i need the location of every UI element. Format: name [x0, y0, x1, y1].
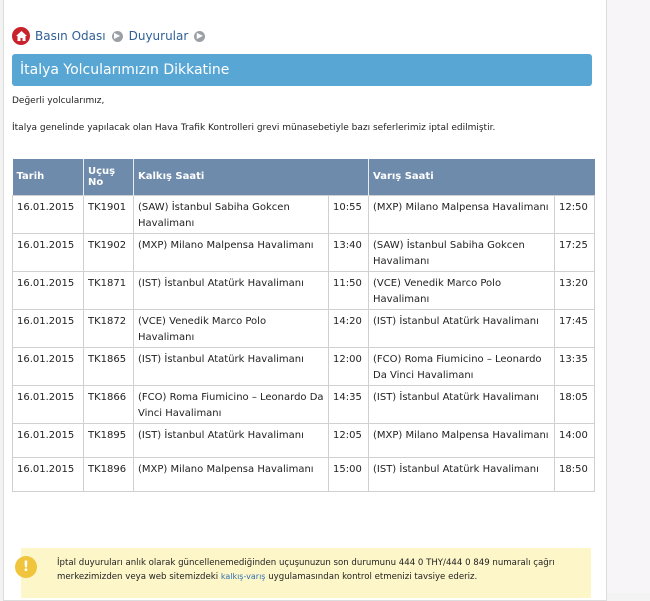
- column-header-departure: Kalkış Saati: [133, 159, 369, 195]
- cell-departure-time: 11:50: [328, 270, 369, 310]
- notice-text-end: uygulamasından kontrol etmenizi tavsiye …: [265, 572, 478, 582]
- cell-date: 16.01.2015: [12, 270, 84, 310]
- cell-to: (MXP) Milano Malpensa Havalimanı: [368, 422, 555, 458]
- cell-to: (VCE) Venedik Marco Polo Havalimanı: [368, 270, 555, 310]
- home-icon[interactable]: [12, 27, 30, 45]
- cell-date: 16.01.2015: [12, 194, 84, 234]
- cell-date: 16.01.2015: [12, 456, 84, 492]
- breadcrumb-press-room-link[interactable]: Basın Odası: [35, 29, 106, 43]
- cell-from: (IST) İstanbul Atatürk Havalimanı: [133, 346, 329, 386]
- table-row: 16.01.2015 TK1865 (IST) İstanbul Atatürk…: [12, 346, 596, 386]
- page-title: İtalya Yolcularımızın Dikkatine: [12, 54, 592, 86]
- cell-flight-no: TK1866: [83, 384, 134, 424]
- cell-flight-no: TK1895: [83, 422, 134, 458]
- table-row: 16.01.2015 TK1866 (FCO) Roma Fiumicino –…: [12, 384, 596, 424]
- cell-to: (IST) İstanbul Atatürk Havalimanı: [368, 384, 555, 424]
- cell-departure-time: 12:00: [328, 346, 369, 386]
- cell-from: (IST) İstanbul Atatürk Havalimanı: [133, 270, 329, 310]
- cell-flight-no: TK1901: [83, 194, 134, 234]
- cell-arrival-time: 13:20: [553, 270, 596, 310]
- column-header-flight-no: Uçuş No: [83, 159, 134, 195]
- content-panel: Basın Odası ▶ Duyurular ▶ İtalya Yolcula…: [3, 0, 607, 601]
- cell-to: (IST) İstanbul Atatürk Havalimanı: [368, 308, 555, 348]
- table-row: 16.01.2015 TK1871 (IST) İstanbul Atatürk…: [12, 270, 596, 310]
- cell-date: 16.01.2015: [12, 308, 84, 348]
- cell-date: 16.01.2015: [12, 232, 84, 272]
- table-row: 16.01.2015 TK1901 (SAW) İstanbul Sabiha …: [12, 194, 596, 234]
- cell-date: 16.01.2015: [12, 346, 84, 386]
- cell-from: (VCE) Venedik Marco Polo Havalimanı: [133, 308, 329, 348]
- cell-from: (SAW) İstanbul Sabiha Gokcen Havalimanı: [133, 194, 329, 234]
- cell-from: (MXP) Milano Malpensa Havalimanı: [133, 456, 329, 492]
- cell-from: (FCO) Roma Fiumicino – Leonardo Da Vinci…: [133, 384, 329, 424]
- cell-flight-no: TK1871: [83, 270, 134, 310]
- intro-message: İtalya genelinde yapılacak olan Hava Tra…: [12, 123, 496, 133]
- greeting-text: Değerli yolcularımız,: [12, 96, 105, 106]
- chevron-right-icon: ▶: [194, 30, 206, 42]
- chevron-right-icon: ▶: [111, 30, 123, 42]
- cell-departure-time: 15:00: [328, 456, 369, 492]
- background-pattern: [600, 0, 650, 593]
- cell-date: 16.01.2015: [12, 422, 84, 458]
- cell-arrival-time: 14:00: [553, 422, 596, 458]
- cell-to: (MXP) Milano Malpensa Havalimanı: [368, 194, 555, 234]
- breadcrumb: Basın Odası ▶ Duyurular ▶: [12, 26, 211, 46]
- breadcrumb-announcements-link[interactable]: Duyurular: [129, 29, 189, 43]
- cell-departure-time: 14:35: [328, 384, 369, 424]
- cell-flight-no: TK1902: [83, 232, 134, 272]
- cell-arrival-time: 17:45: [553, 308, 596, 348]
- cell-flight-no: TK1865: [83, 346, 134, 386]
- cell-date: 16.01.2015: [12, 384, 84, 424]
- table-row: 16.01.2015 TK1895 (IST) İstanbul Atatürk…: [12, 422, 596, 458]
- cell-departure-time: 13:40: [328, 232, 369, 272]
- notice-box: ! İptal duyuruları anlık olarak güncelle…: [15, 548, 591, 598]
- table-row: 16.01.2015 TK1902 (MXP) Milano Malpensa …: [12, 232, 596, 272]
- cell-to: (FCO) Roma Fiumicino – Leonardo Da Vinci…: [368, 346, 555, 386]
- cell-departure-time: 14:20: [328, 308, 369, 348]
- flight-status-link[interactable]: kalkış-varış: [221, 572, 266, 581]
- table-header-row: Tarih Uçuş No Kalkış Saati Varış Saati: [12, 159, 595, 195]
- column-header-date: Tarih: [12, 159, 84, 195]
- cell-arrival-time: 13:35: [553, 346, 596, 386]
- cell-arrival-time: 18:50: [553, 456, 596, 492]
- table-row: 16.01.2015 TK1896 (MXP) Milano Malpensa …: [12, 456, 596, 492]
- cell-arrival-time: 17:25: [553, 232, 596, 272]
- cell-flight-no: TK1872: [83, 308, 134, 348]
- cell-from: (IST) İstanbul Atatürk Havalimanı: [133, 422, 329, 458]
- table-row: 16.01.2015 TK1872 (VCE) Venedik Marco Po…: [12, 308, 596, 348]
- cell-to: (IST) İstanbul Atatürk Havalimanı: [368, 456, 555, 492]
- cell-departure-time: 12:05: [328, 422, 369, 458]
- column-header-arrival: Varış Saati: [368, 159, 595, 195]
- flights-table: Tarih Uçuş No Kalkış Saati Varış Saati 1…: [12, 159, 596, 492]
- cell-to: (SAW) İstanbul Sabiha Gokcen Havalimanı: [368, 232, 555, 272]
- cell-from: (MXP) Milano Malpensa Havalimanı: [133, 232, 329, 272]
- cell-arrival-time: 12:50: [553, 194, 596, 234]
- warning-icon: !: [15, 556, 37, 578]
- cell-departure-time: 10:55: [328, 194, 369, 234]
- cell-flight-no: TK1896: [83, 456, 134, 492]
- cell-arrival-time: 18:05: [553, 384, 596, 424]
